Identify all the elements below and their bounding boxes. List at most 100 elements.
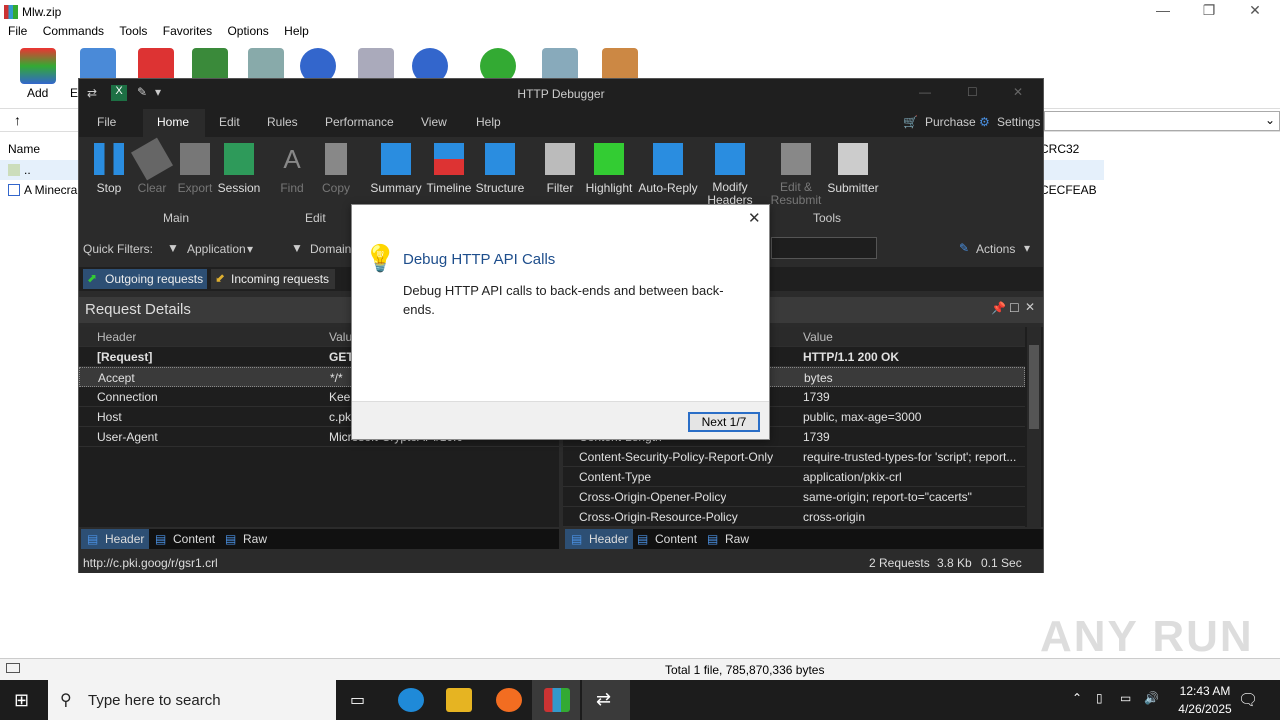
filter-button[interactable]: Filter [543, 143, 577, 195]
clock-time[interactable]: 12:43 AM [1170, 684, 1240, 698]
session-button[interactable]: Session [217, 143, 261, 195]
tab-performance[interactable]: Performance [325, 115, 394, 129]
highlight-label: Highlight [585, 181, 633, 195]
copy-button[interactable]: Copy [319, 143, 353, 195]
clear-icon [131, 137, 173, 181]
filter-icon: ▼ [291, 241, 303, 255]
tab-header[interactable]: Header [105, 532, 144, 546]
col-value[interactable]: Valu [329, 330, 352, 344]
summary-button[interactable]: Summary [369, 143, 423, 195]
up-arrow-icon[interactable]: ↑ [14, 112, 21, 128]
submitter-button[interactable]: Submitter [825, 143, 881, 195]
winrar-task-icon[interactable] [544, 688, 570, 712]
actions-button[interactable]: Actions [976, 242, 1015, 256]
cell-header: [Request] [97, 350, 153, 364]
scrollbar[interactable] [1027, 327, 1041, 527]
modify-headers-button[interactable]: Modify Headers [705, 143, 755, 207]
chevron-up-icon[interactable]: ⌃ [1072, 691, 1082, 705]
table-row[interactable]: Content-Type application/pkix-crl [563, 467, 1025, 487]
qf-application[interactable]: Application [187, 242, 246, 256]
path-dropdown[interactable]: ⌄ [1044, 111, 1280, 131]
highlight-button[interactable]: Highlight [583, 143, 635, 195]
status-time: 0.1 Sec [981, 556, 1022, 570]
tab-help[interactable]: Help [476, 115, 501, 129]
menu-commands[interactable]: Commands [43, 24, 104, 38]
close-icon[interactable]: ✕ [1232, 2, 1278, 22]
find-button[interactable]: A Find [275, 143, 309, 195]
tab-raw[interactable]: Raw [243, 532, 267, 546]
device-icon[interactable]: ▯ [1096, 691, 1103, 705]
firefox-icon[interactable] [496, 688, 522, 712]
tab-rules[interactable]: Rules [267, 115, 298, 129]
file-explorer-icon[interactable] [446, 688, 472, 712]
cell-value: bytes [804, 371, 833, 385]
tab-edit[interactable]: Edit [219, 115, 240, 129]
volume-icon[interactable]: 🔊 [1144, 691, 1159, 705]
structure-button[interactable]: Structure [475, 143, 525, 195]
find-label: Find [280, 181, 304, 195]
settings-link[interactable]: Settings [997, 115, 1040, 129]
clear-button[interactable]: Clear [131, 137, 173, 195]
cell-value: cross-origin [803, 510, 866, 524]
maximize-icon[interactable]: ☐ [967, 85, 978, 99]
col-name[interactable]: Name [8, 142, 40, 156]
incoming-requests-tab[interactable]: ⬋ Incoming requests [211, 269, 335, 289]
minimize-icon[interactable]: — [919, 85, 931, 99]
col-header[interactable]: Header [97, 330, 136, 344]
extract-button-label[interactable]: E [70, 86, 78, 100]
table-row[interactable]: Content-Security-Policy-Report-Only requi… [563, 447, 1025, 467]
close-icon[interactable]: ✕ [1013, 85, 1023, 99]
tab-raw[interactable]: Raw [725, 532, 749, 546]
restore-icon[interactable]: ❐ [1186, 2, 1232, 22]
tab-header[interactable]: Header [589, 532, 628, 546]
qf-domain[interactable]: Domain [310, 242, 351, 256]
highlight-icon [594, 143, 624, 175]
taskbar-search[interactable]: ⚲ Type here to search [48, 680, 336, 720]
menu-help[interactable]: Help [284, 24, 309, 38]
cell-value: GET [329, 350, 354, 364]
search-input[interactable] [771, 237, 877, 259]
httpdebugger-task-icon[interactable]: ⇄ [596, 689, 611, 710]
table-row[interactable]: Cross-Origin-Opener-Policy same-origin; r… [563, 487, 1025, 507]
col-crc[interactable]: CRC32 [1040, 142, 1079, 156]
chevron-down-icon[interactable]: ▾ [1024, 241, 1030, 255]
add-button-label[interactable]: Add [27, 86, 48, 100]
minimize-icon[interactable]: — [1140, 2, 1186, 22]
col-value[interactable]: Value [803, 330, 833, 344]
tab-content[interactable]: Content [173, 532, 215, 546]
close-icon[interactable]: ✕ [748, 209, 761, 227]
windows-start-icon[interactable]: ⊞ [14, 690, 29, 711]
table-row[interactable]: Cross-Origin-Resource-Policy cross-origin [563, 507, 1025, 527]
auto-reply-button[interactable]: Auto-Reply [637, 143, 699, 195]
pin-icon[interactable]: 📌 [991, 301, 1006, 315]
tab-content[interactable]: Content [655, 532, 697, 546]
next-button[interactable]: Next 1/7 [688, 412, 760, 432]
purchase-link[interactable]: Purchase [925, 115, 976, 129]
outgoing-requests-tab[interactable]: ⬈ Outgoing requests [83, 269, 207, 289]
arrow-in-icon: ⬋ [215, 271, 226, 285]
tab-home[interactable]: Home [157, 115, 189, 129]
notifications-icon[interactable]: 🗨 [1238, 690, 1258, 710]
clock-date[interactable]: 4/26/2025 [1166, 702, 1244, 716]
tab-file[interactable]: File [97, 115, 116, 129]
edit-resubmit-button[interactable]: Edit & Resubmit [765, 143, 827, 207]
add-icon[interactable] [20, 48, 56, 84]
menu-tools[interactable]: Tools [119, 24, 147, 38]
chevron-down-icon[interactable]: ▾ [247, 242, 253, 256]
close-pane-icon[interactable]: ✕ [1025, 300, 1035, 314]
maximize-pane-icon[interactable]: ☐ [1009, 301, 1020, 315]
gear-icon[interactable]: ⚙ [979, 115, 990, 129]
scrollbar-thumb[interactable] [1029, 345, 1039, 429]
timeline-button[interactable]: Timeline [425, 143, 473, 195]
task-view-icon[interactable]: ▭ [350, 690, 365, 710]
stop-button[interactable]: Stop [93, 143, 125, 195]
cell-value: application/pkix-crl [803, 470, 902, 484]
menu-favorites[interactable]: Favorites [163, 24, 212, 38]
edge-icon[interactable] [398, 688, 424, 712]
menu-options[interactable]: Options [227, 24, 268, 38]
menu-file[interactable]: File [8, 24, 27, 38]
network-icon[interactable]: ▭ [1120, 691, 1131, 705]
tab-view[interactable]: View [421, 115, 447, 129]
export-button[interactable]: Export [175, 143, 215, 195]
cart-icon[interactable]: 🛒 [903, 115, 918, 129]
